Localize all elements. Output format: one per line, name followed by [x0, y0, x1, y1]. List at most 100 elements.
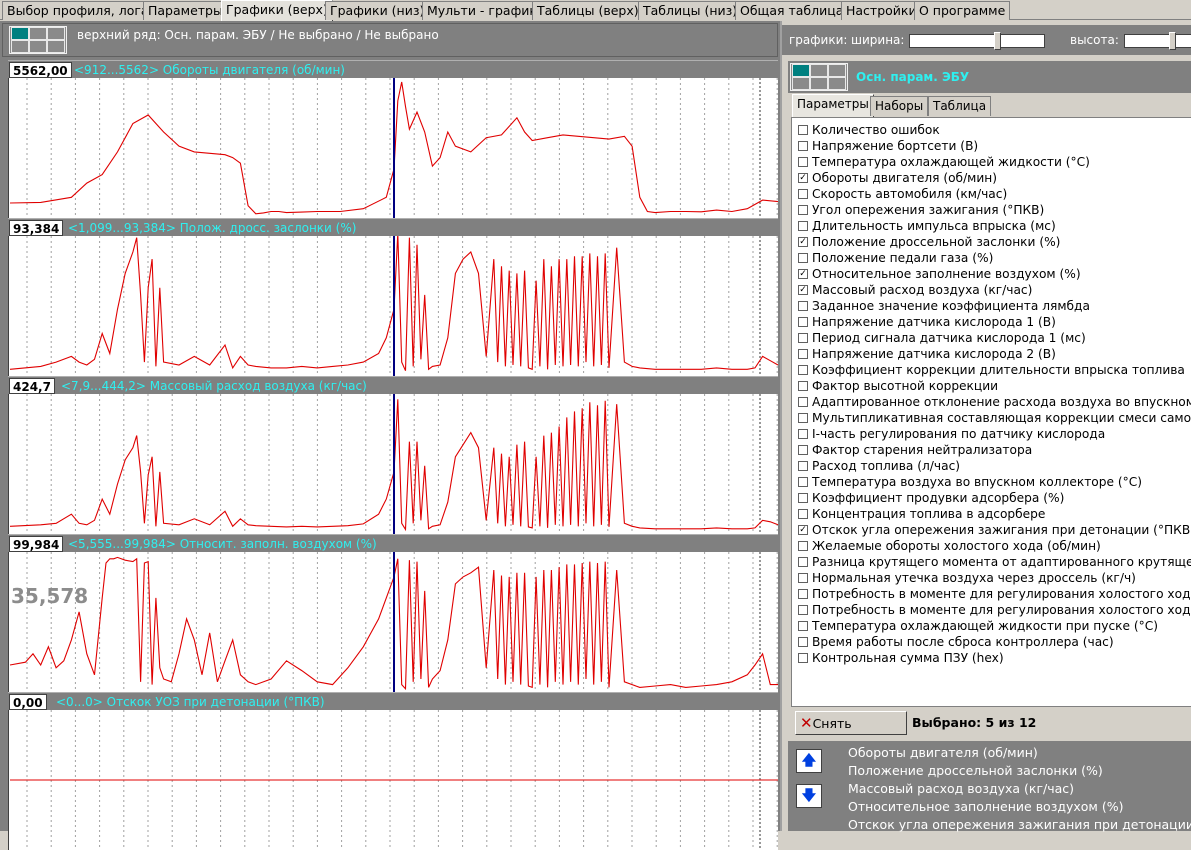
tab-2[interactable]: Графики (верх) — [221, 0, 333, 21]
param-label: Разница крутящего момента от адаптирован… — [812, 555, 1191, 569]
param-checkbox[interactable] — [798, 253, 808, 263]
param-checkbox[interactable]: ✓ — [798, 525, 808, 535]
param-checkbox[interactable] — [798, 477, 808, 487]
param-checkbox[interactable] — [798, 573, 808, 583]
parameters-pane: графики: ширина: высота: Осн. парам. ЭБУ… — [780, 21, 1191, 832]
clear-selection-button[interactable]: ✕Снять отметки — [795, 711, 907, 753]
param-checkbox[interactable] — [798, 317, 808, 327]
param-label: Адаптированное отклонение расхода воздух… — [812, 395, 1191, 409]
chart-plot-area[interactable] — [8, 236, 779, 376]
param-checkbox[interactable] — [798, 349, 808, 359]
param-checkbox[interactable]: ✓ — [798, 237, 808, 247]
subtab-0[interactable]: Параметры — [792, 94, 874, 117]
chart-size-controls: графики: ширина: высота: — [782, 25, 1191, 55]
param-checkbox[interactable] — [798, 557, 808, 567]
param-checkbox[interactable] — [798, 365, 808, 375]
height-slider[interactable] — [1124, 32, 1191, 50]
subtab-1[interactable]: Наборы — [870, 96, 929, 116]
arrow-up-icon[interactable]: 🡅 — [796, 749, 822, 773]
tab-4[interactable]: Мульти - график — [422, 1, 542, 20]
param-label: Заданное значение коэффициента лямбда — [812, 299, 1090, 313]
chart-0: 5562,00 <912...5562> Обороты двигателя (о… — [8, 60, 779, 218]
chart-header: 5562,00 <912...5562> Обороты двигателя (о… — [8, 60, 778, 78]
param-checkbox[interactable]: ✓ — [798, 285, 808, 295]
chart-plot-area[interactable] — [8, 78, 779, 218]
chart-current-value: 0,00 — [9, 694, 47, 710]
param-label: Контрольная сумма ПЗУ (hex) — [812, 651, 1004, 665]
param-checkbox[interactable] — [798, 461, 808, 471]
param-label: Нормальная утечка воздуха через дроссель… — [812, 571, 1136, 585]
param-checkbox[interactable] — [798, 429, 808, 439]
param-label: Напряжение датчика кислорода 2 (В) — [812, 347, 1056, 361]
param-label: Потребность в моменте для регулирования … — [812, 587, 1191, 601]
param-checkbox[interactable] — [798, 381, 808, 391]
param-checkbox[interactable] — [798, 445, 808, 455]
param-label: Угол опережения зажигания (°ПКВ) — [812, 203, 1045, 217]
arrow-down-icon[interactable]: 🡇 — [796, 784, 822, 808]
param-checkbox[interactable] — [798, 621, 808, 631]
grid-layout-icon[interactable] — [9, 26, 67, 54]
chart-plot-area[interactable] — [8, 552, 778, 692]
param-label: Температура воздуха во впускном коллекто… — [812, 475, 1142, 489]
param-checkbox[interactable] — [798, 637, 808, 647]
param-checkbox[interactable] — [798, 157, 808, 167]
chart-current-value: 99,984 — [9, 536, 64, 552]
param-checkbox[interactable] — [798, 205, 808, 215]
top-row-label: верхний ряд: Осн. парам. ЭБУ / Не выбран… — [77, 28, 439, 42]
chart-range-label: <0...0> Отскок УОЗ при детонации (°ПКВ) — [56, 695, 325, 709]
param-checkbox[interactable] — [798, 189, 808, 199]
height-slider-thumb[interactable] — [1169, 32, 1176, 50]
param-label: Расход топлива (л/час) — [812, 459, 961, 473]
param-checkbox[interactable] — [798, 509, 808, 519]
param-checkbox[interactable] — [798, 589, 808, 599]
dataset-grid-icon[interactable] — [790, 63, 848, 91]
chart-header: 424,7 <7,9...444,2> Массовый расход возду… — [8, 376, 778, 394]
param-label: Длительность импульса впрыска (мс) — [812, 219, 1056, 233]
param-checkbox[interactable] — [798, 301, 808, 311]
param-checkbox[interactable]: ✓ — [798, 269, 808, 279]
selected-order-item[interactable]: Обороты двигателя (об/мин) — [848, 745, 1038, 760]
param-checkbox[interactable] — [798, 141, 808, 151]
param-label: Температура охлаждающей жидкости (°С) — [812, 155, 1090, 169]
chart-current-value: 424,7 — [9, 378, 55, 394]
param-label: Относительное заполнение воздухом (%) — [812, 267, 1081, 281]
param-checkbox[interactable] — [798, 333, 808, 343]
selected-order-item[interactable]: Положение дроссельной заслонки (%) — [848, 763, 1103, 778]
top-row-bar: верхний ряд: Осн. парам. ЭБУ / Не выбран… — [2, 23, 778, 57]
param-label: Потребность в моменте для регулирования … — [812, 603, 1191, 617]
param-checkbox[interactable] — [798, 541, 808, 551]
param-checkbox[interactable] — [798, 397, 808, 407]
param-label: Коэффициент коррекции длительности впрыс… — [812, 363, 1185, 377]
chart-range-label: <5,555...99,984> Относит. заполн. воздух… — [68, 537, 377, 551]
width-slider[interactable] — [909, 32, 1045, 50]
tab-7[interactable]: Общая таблица — [735, 1, 849, 20]
param-checkbox[interactable] — [798, 653, 808, 663]
chart-plot-area[interactable] — [8, 394, 779, 534]
chart-1: 93,384 <1,099...93,384> Полож. дросс. зас… — [8, 218, 779, 376]
tab-9[interactable]: О программе — [914, 1, 1011, 20]
selected-order-item[interactable]: Массовый расход воздуха (кг/час) — [848, 781, 1074, 796]
tab-5[interactable]: Таблицы (верх) — [532, 1, 644, 20]
param-checkbox[interactable] — [798, 413, 808, 423]
param-label: Коэффициент продувки адсорбера (%) — [812, 491, 1065, 505]
tab-1[interactable]: Параметры — [143, 1, 228, 20]
tab-0[interactable]: Выбор профиля, лога — [2, 1, 154, 20]
selected-order-item[interactable]: Отскок угла опережения зажигания при дет… — [848, 817, 1191, 832]
selected-order-item[interactable]: Относительное заполнение воздухом (%) — [848, 799, 1123, 814]
param-checkbox[interactable]: ✓ — [798, 173, 808, 183]
param-checkbox[interactable] — [798, 493, 808, 503]
chart-plot-area[interactable] — [8, 710, 778, 850]
param-label: Время работы после сброса контроллера (ч… — [812, 635, 1114, 649]
tab-8[interactable]: Настройки — [841, 1, 922, 20]
param-label: Количество ошибок — [812, 123, 940, 137]
selected-order-panel: 🡅 🡇 Обороты двигателя (об/мин) Положение … — [788, 741, 1191, 832]
width-slider-thumb[interactable] — [994, 32, 1001, 50]
cursor-value-readout: 35,578 — [11, 584, 89, 608]
param-checkbox[interactable] — [798, 605, 808, 615]
tab-6[interactable]: Таблицы (низ) — [638, 1, 743, 20]
param-checkbox[interactable] — [798, 221, 808, 231]
param-checkbox[interactable] — [798, 125, 808, 135]
dataset-bar: Осн. парам. ЭБУ — [788, 61, 1191, 93]
tab-3[interactable]: Графики (низ) — [325, 1, 430, 20]
subtab-2[interactable]: Таблица — [928, 96, 992, 116]
